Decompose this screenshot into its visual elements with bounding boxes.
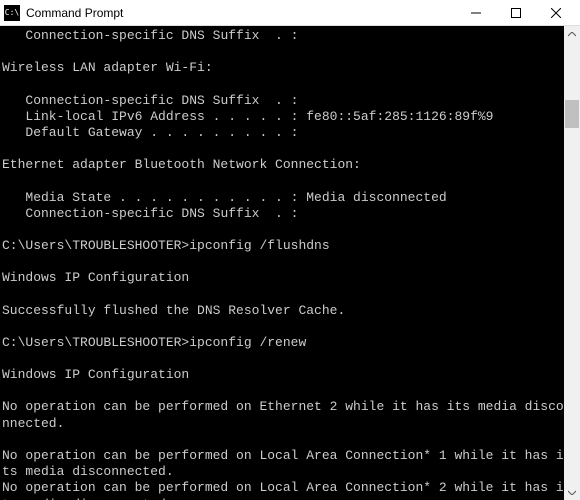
- terminal-line: Connection-specific DNS Suffix . :: [2, 93, 564, 109]
- minimize-icon: [471, 8, 481, 18]
- terminal-line: Connection-specific DNS Suffix . :: [2, 28, 564, 44]
- close-button[interactable]: [536, 0, 576, 26]
- terminal-line: Media State . . . . . . . . . . . : Medi…: [2, 190, 564, 206]
- scroll-thumb[interactable]: [565, 100, 579, 128]
- terminal-line: C:\Users\TROUBLESHOOTER>ipconfig /renew: [2, 335, 564, 351]
- terminal-line: Connection-specific DNS Suffix . :: [2, 206, 564, 222]
- terminal-line: [2, 174, 564, 190]
- terminal-line: [2, 77, 564, 93]
- terminal-line: Link-local IPv6 Address . . . . . : fe80…: [2, 109, 564, 125]
- window-controls: [456, 0, 576, 26]
- terminal-line: [2, 432, 564, 448]
- window-icon: C:\: [4, 5, 20, 21]
- window-titlebar: C:\ Command Prompt: [0, 0, 580, 26]
- vertical-scrollbar[interactable]: [564, 26, 580, 500]
- terminal-line: Windows IP Configuration: [2, 367, 564, 383]
- terminal-line: Ethernet adapter Bluetooth Network Conne…: [2, 157, 564, 173]
- terminal-line: [2, 44, 564, 60]
- terminal-line: [2, 383, 564, 399]
- maximize-button[interactable]: [496, 0, 536, 26]
- scroll-up-button[interactable]: [564, 26, 580, 42]
- terminal-line: [2, 141, 564, 157]
- chevron-up-icon: [568, 32, 576, 37]
- terminal-line: Windows IP Configuration: [2, 270, 564, 286]
- terminal-line: C:\Users\TROUBLESHOOTER>ipconfig /flushd…: [2, 238, 564, 254]
- minimize-button[interactable]: [456, 0, 496, 26]
- terminal-line: [2, 287, 564, 303]
- terminal-line: [2, 351, 564, 367]
- terminal-line: Wireless LAN adapter Wi-Fi:: [2, 60, 564, 76]
- terminal-line: No operation can be performed on Etherne…: [2, 399, 564, 432]
- terminal-line: [2, 254, 564, 270]
- terminal-line: Successfully flushed the DNS Resolver Ca…: [2, 303, 564, 319]
- terminal-line: No operation can be performed on Local A…: [2, 480, 564, 500]
- scroll-track[interactable]: [564, 42, 580, 484]
- scroll-down-button[interactable]: [564, 484, 580, 500]
- terminal-output[interactable]: Connection-specific DNS Suffix . : Wirele…: [0, 26, 564, 500]
- terminal-line: [2, 319, 564, 335]
- maximize-icon: [511, 8, 521, 18]
- terminal-line: [2, 222, 564, 238]
- chevron-down-icon: [568, 490, 576, 495]
- terminal-line: Default Gateway . . . . . . . . . :: [2, 125, 564, 141]
- window-title: Command Prompt: [26, 6, 456, 20]
- terminal-wrapper: Connection-specific DNS Suffix . : Wirele…: [0, 26, 580, 500]
- terminal-line: No operation can be performed on Local A…: [2, 448, 564, 481]
- close-icon: [551, 8, 561, 18]
